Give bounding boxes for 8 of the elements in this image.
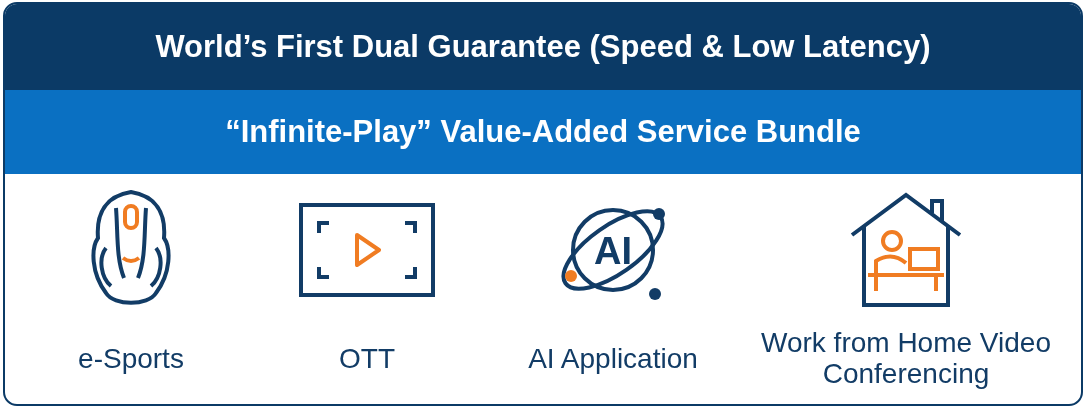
house-laptop-icon bbox=[848, 191, 964, 309]
play-screen-icon bbox=[299, 203, 435, 297]
service-label: e-Sports bbox=[78, 341, 184, 376]
title: World’s First Dual Guarantee (Speed & Low Latency) bbox=[155, 29, 931, 65]
service-label: Work from Home Video Conferencing bbox=[761, 328, 1051, 390]
service-label: AI Application bbox=[528, 341, 698, 376]
service-label: OTT bbox=[339, 341, 395, 376]
subtitle: “Infinite-Play” Value-Added Service Bundle bbox=[225, 114, 861, 150]
